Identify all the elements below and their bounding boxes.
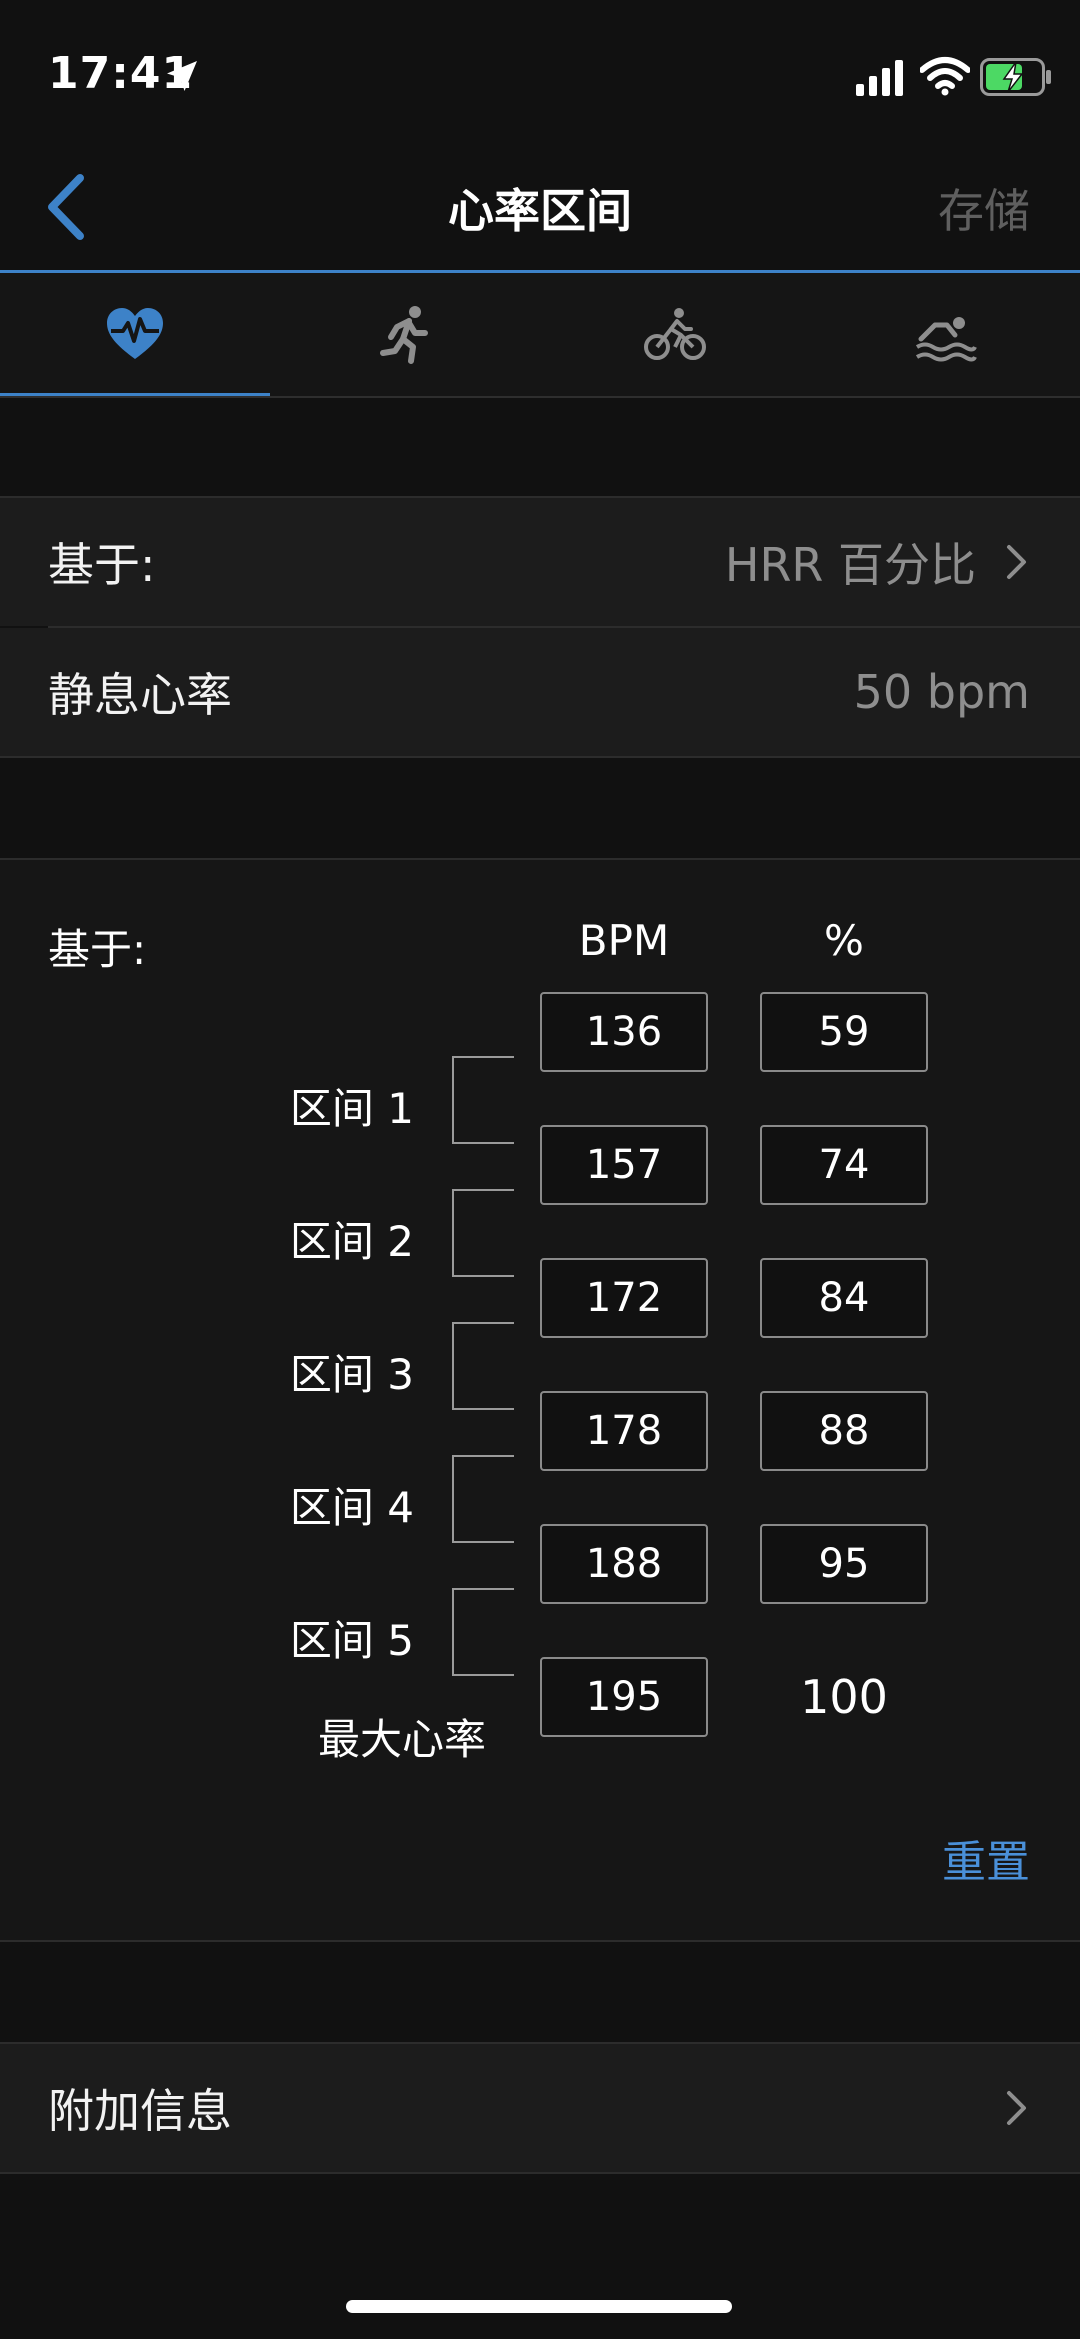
page-title: 心率区间 — [448, 184, 632, 238]
tab-running[interactable] — [270, 273, 540, 397]
zone-percent-input[interactable]: 74 — [760, 1125, 928, 1205]
zone-bracket — [452, 1056, 514, 1144]
zone-label: 区间 1 — [289, 1084, 414, 1133]
heart-pulse-icon — [107, 308, 163, 359]
zone-percent-input[interactable]: 95 — [760, 1524, 928, 1604]
location-arrow-icon — [167, 61, 197, 91]
resting-hr-label: 静息心率 — [48, 668, 232, 722]
tab-heart-rate[interactable] — [0, 273, 270, 397]
based-on-value-text: HRR 百分比 — [724, 538, 976, 592]
cellular-signal-icon — [856, 60, 903, 96]
zone-bpm-input[interactable]: 136 — [540, 992, 708, 1072]
zone-percent-input[interactable]: 59 — [760, 992, 928, 1072]
save-button[interactable]: 存储 — [938, 175, 1030, 241]
additional-info-label: 附加信息 — [48, 2084, 232, 2138]
tabs-divider — [0, 396, 1080, 398]
additional-info-chevron — [976, 2088, 1030, 2128]
zone-bpm-input[interactable]: 157 — [540, 1125, 708, 1205]
zone-label: 区间 5 — [289, 1616, 414, 1665]
bicycle-icon — [644, 308, 706, 360]
zone-percent-input[interactable]: 84 — [760, 1258, 928, 1338]
reset-button[interactable]: 重置 — [942, 1826, 1030, 1890]
zones-based-on-label: 基于: — [48, 925, 147, 974]
max-hr-label: 最大心率 — [318, 1715, 487, 1764]
resting-hr-row[interactable]: 静息心率 50 bpm — [0, 628, 1080, 756]
zone-bpm-input[interactable]: 178 — [540, 1391, 708, 1471]
max-hr-percent: 100 — [800, 1670, 888, 1724]
resting-hr-value: 50 bpm — [853, 665, 1030, 719]
battery-charging-icon — [980, 58, 1051, 96]
chevron-right-icon — [1007, 545, 1026, 579]
tab-swimming[interactable] — [810, 273, 1080, 397]
zone-bpm-input[interactable]: 172 — [540, 1258, 708, 1338]
zone-label: 区间 2 — [289, 1217, 414, 1266]
zone-label: 区间 4 — [289, 1483, 414, 1532]
zone-bpm-input[interactable]: 188 — [540, 1524, 708, 1604]
zone-bracket — [452, 1322, 514, 1410]
divider — [0, 756, 1080, 758]
divider — [0, 2172, 1080, 2174]
divider — [0, 1940, 1080, 1942]
bpm-header: BPM — [578, 916, 670, 965]
sport-tabs — [0, 273, 1080, 397]
max-hr-bpm-input[interactable]: 195 — [540, 1657, 708, 1737]
back-chevron-icon[interactable] — [40, 172, 90, 242]
chevron-right-icon — [1007, 2091, 1026, 2125]
tab-cycling[interactable] — [540, 273, 810, 397]
additional-info-row[interactable]: 附加信息 — [0, 2044, 1080, 2172]
runner-icon — [380, 306, 428, 364]
zone-label: 区间 3 — [289, 1350, 414, 1399]
swimmer-icon — [915, 317, 977, 362]
based-on-label: 基于: — [48, 538, 156, 592]
zone-percent-input[interactable]: 88 — [760, 1391, 928, 1471]
based-on-row[interactable]: 基于: HRR 百分比 — [0, 498, 1080, 626]
percent-header: % — [824, 916, 864, 965]
zone-bracket — [452, 1455, 514, 1543]
home-indicator[interactable] — [346, 2300, 732, 2313]
wifi-icon — [920, 57, 970, 96]
zone-bracket — [452, 1189, 514, 1277]
zone-bracket — [452, 1588, 514, 1676]
based-on-value: HRR 百分比 — [725, 529, 1030, 595]
